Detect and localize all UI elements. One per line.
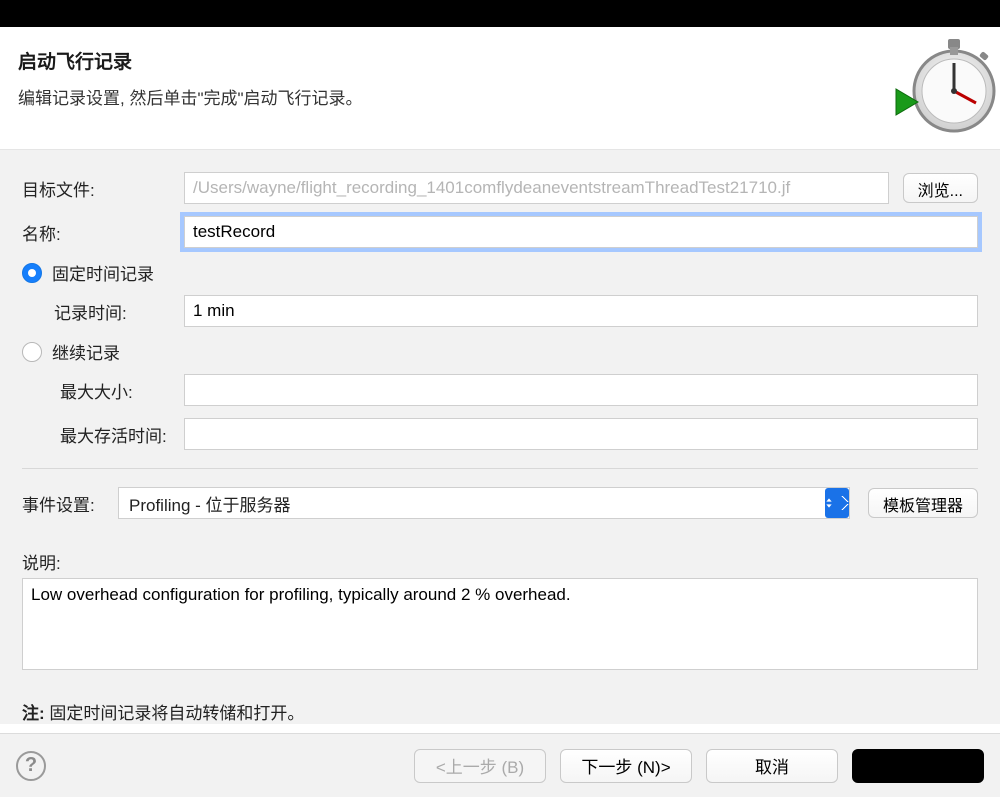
stopwatch-icon: [900, 47, 1000, 137]
finish-button[interactable]: [852, 749, 984, 783]
template-manager-button[interactable]: 模板管理器: [868, 488, 978, 518]
event-settings-label: 事件设置:: [22, 491, 118, 516]
row-max-size: 最大大小:: [22, 374, 978, 406]
form-body: 目标文件: 浏览... 名称: 固定时间记录 记录时间: 继续记录 最大大小: …: [0, 150, 1000, 724]
max-size-field[interactable]: [184, 374, 978, 406]
target-file-label: 目标文件:: [22, 176, 184, 201]
window-titlebar: [0, 0, 1000, 27]
wizard-header: 启动飞行记录 编辑记录设置, 然后单击"完成"启动飞行记录。: [0, 27, 1000, 150]
radio-fixed-label[interactable]: 固定时间记录: [52, 260, 154, 285]
max-size-label: 最大大小:: [22, 378, 184, 403]
row-event-settings: 事件设置: Profiling - 位于服务器 模板管理器: [22, 487, 978, 519]
radio-fixed-row: 固定时间记录: [22, 260, 978, 285]
note-row: 注: 固定时间记录将自动转储和打开。: [22, 699, 978, 724]
radio-continuous-row: 继续记录: [22, 339, 978, 364]
page-subtitle: 编辑记录设置, 然后单击"完成"启动飞行记录。: [18, 84, 900, 109]
max-age-label: 最大存活时间:: [22, 422, 184, 447]
page-title: 启动飞行记录: [18, 47, 900, 74]
cancel-button[interactable]: 取消: [706, 749, 838, 783]
row-record-time: 记录时间:: [22, 295, 978, 327]
row-target-file: 目标文件: 浏览...: [22, 172, 978, 204]
row-max-age: 最大存活时间:: [22, 418, 978, 450]
row-name: 名称:: [22, 216, 978, 248]
event-settings-select[interactable]: Profiling - 位于服务器: [118, 487, 850, 519]
description-label: 说明:: [22, 549, 978, 574]
name-label: 名称:: [22, 220, 184, 245]
section-divider: [22, 468, 978, 469]
note-label: 注:: [22, 704, 45, 723]
back-button: <上一步 (B): [414, 749, 546, 783]
help-icon[interactable]: ?: [16, 751, 46, 781]
next-button[interactable]: 下一步 (N)>: [560, 749, 692, 783]
radio-continuous[interactable]: [22, 342, 42, 362]
max-age-field[interactable]: [184, 418, 978, 450]
note-text: 固定时间记录将自动转储和打开。: [49, 704, 304, 723]
radio-continuous-label[interactable]: 继续记录: [52, 339, 120, 364]
description-textarea[interactable]: [22, 578, 978, 670]
browse-button[interactable]: 浏览...: [903, 173, 978, 203]
record-time-label: 记录时间:: [22, 299, 184, 324]
record-time-field[interactable]: [184, 295, 978, 327]
wizard-footer: ? <上一步 (B) 下一步 (N)> 取消: [0, 733, 1000, 797]
event-settings-value: Profiling - 位于服务器: [118, 487, 850, 519]
target-file-field[interactable]: [184, 172, 889, 204]
name-field[interactable]: [184, 216, 978, 248]
radio-fixed-time[interactable]: [22, 263, 42, 283]
